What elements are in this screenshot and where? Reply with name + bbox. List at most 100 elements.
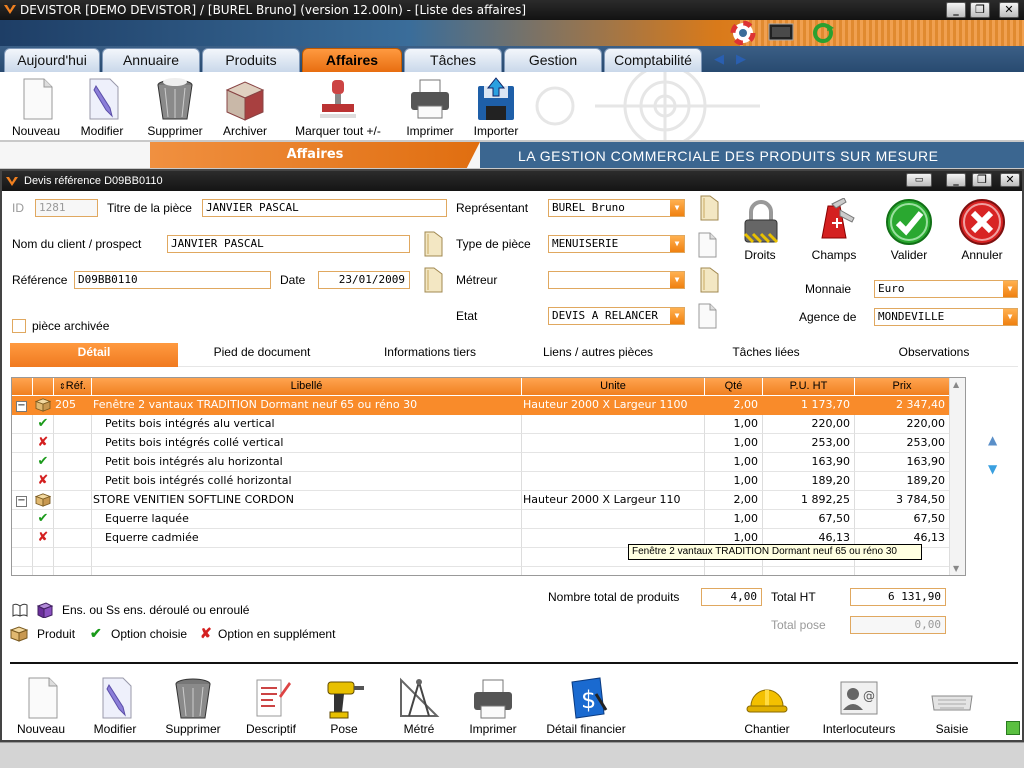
reference-field[interactable]: D09BB0110 [74,271,271,289]
subtab-liens[interactable]: Liens / autres pièces [514,343,682,367]
annuler-button[interactable]: Annuler [956,198,1008,262]
dialog-restore-button[interactable]: ❐ [972,173,992,187]
decorative-circles [535,72,760,140]
tab-scroll-right-icon[interactable]: ▶ [736,52,746,67]
dialog-close-button[interactable]: ✕ [1000,173,1020,187]
date-field[interactable]: 23/01/2009 [318,271,410,289]
grid-header-libelle[interactable]: Libellé [92,378,522,395]
row-type-cell [33,396,54,415]
monnaie-select[interactable]: Euro ▼ [874,280,1018,298]
table-row[interactable] [12,567,950,575]
collapse-toggle-icon[interactable]: − [16,401,27,412]
representant-select[interactable]: BUREL Bruno ▼ [548,199,685,217]
dialog-screen-button[interactable]: ▭ [906,173,932,187]
toolbar-label: Importer [473,124,519,138]
table-row[interactable]: ✔ Petit bois intégrés alu horizontal 1,00 1… [12,453,950,472]
tab-scroll-left-icon[interactable]: ◀ [714,52,724,67]
table-row[interactable]: − 205 Fenêtre 2 vantaux TRADITION Dormant … [12,396,950,415]
folder-icon[interactable] [698,194,720,222]
lifebuoy-icon[interactable] [730,21,756,45]
product-box-icon [10,626,28,642]
subtab-taches-liees[interactable]: Tâches liées [682,343,850,367]
scroll-up-icon[interactable]: ▲ [953,380,959,389]
cell-unit [522,510,705,529]
svg-text:$: $ [581,686,596,714]
agence-select[interactable]: MONDEVILLE ▼ [874,308,1018,326]
toolbar-imprimer-button[interactable]: Imprimer [402,76,458,138]
close-button[interactable]: ✕ [999,2,1019,18]
subtab-informations-tiers[interactable]: Informations tiers [346,343,514,367]
toolbar-supprimer-button[interactable]: Supprimer [142,76,208,138]
etat-select[interactable]: DEVIS A RELANCER ▼ [548,307,685,325]
bottom-supprimer-button[interactable]: Supprimer [160,676,226,736]
bottom-label: Descriptif [245,722,296,736]
subtab-observations[interactable]: Observations [850,343,1018,367]
droits-button[interactable]: Droits [737,198,783,262]
subtab-label: Tâches liées [732,345,800,359]
refresh-icon[interactable] [810,22,836,44]
bottom-metre-button[interactable]: Métré [396,676,442,736]
tab-comptabilite[interactable]: Comptabilité [604,48,702,72]
archived-checkbox[interactable] [12,319,26,333]
bottom-descriptif-button[interactable]: Descriptif [242,676,300,736]
monnaie-label: Monnaie [805,282,852,296]
subtab-detail[interactable]: Détail [10,343,178,367]
bottom-saisie-button[interactable]: Saisie [928,676,976,736]
row-expand-cell [12,529,33,548]
move-down-icon[interactable]: ▼ [988,462,997,476]
grid-header: ⇕Réf. Libellé Unite Qté P.U. HT Prix [12,378,950,395]
minimize-button[interactable]: _ [946,2,966,18]
folder-icon[interactable] [422,266,444,294]
tab-gestion[interactable]: Gestion [504,48,602,72]
grid-header-pu[interactable]: P.U. HT [763,378,855,395]
bottom-modifier-button[interactable]: Modifier [88,676,142,736]
toolbar-marquer-tout-button[interactable]: Marquer tout +/- [288,76,388,138]
tab-affaires[interactable]: Affaires [302,48,402,72]
toolbar-modifier-button[interactable]: Modifier [76,76,128,138]
tab-annuaire[interactable]: Annuaire [102,48,200,72]
subtab-pied-de-document[interactable]: Pied de document [178,343,346,367]
table-row[interactable]: ✘ Petits bois intégrés collé vertical 1,00… [12,434,950,453]
dialog-minimize-button[interactable]: _ [946,173,966,187]
grid-header-prix[interactable]: Prix [855,378,950,395]
grid-header-ref[interactable]: ⇕Réf. [54,378,92,395]
table-row[interactable]: ✔ Equerre laquée 1,00 67,50 67,50 [12,510,950,529]
toolbar-nouveau-button[interactable]: Nouveau [8,76,64,138]
type-select[interactable]: MENUISERIE ▼ [548,235,685,253]
bottom-detail-financier-button[interactable]: $ Détail financier [540,676,632,736]
document-icon[interactable] [696,302,718,330]
client-field[interactable]: JANVIER PASCAL [167,235,410,253]
bottom-interlocuteurs-button[interactable]: @ Interlocuteurs [816,676,902,736]
move-up-icon[interactable]: ▲ [988,433,997,447]
bottom-imprimer-button[interactable]: Imprimer [464,676,522,736]
tab-taches[interactable]: Tâches [404,48,502,72]
grid-header-qte[interactable]: Qté [705,378,763,395]
bottom-pose-button[interactable]: Pose [322,676,366,736]
document-icon[interactable] [696,231,718,259]
table-row[interactable]: − STORE VENITIEN SOFTLINE CORDON Hauteur 2… [12,491,950,510]
check-icon: ✔ [90,625,102,641]
folder-icon[interactable] [422,230,444,258]
grid-header-unite[interactable]: Unite [522,378,705,395]
monitor-icon[interactable] [768,23,794,43]
valider-button[interactable]: Valider [884,198,934,262]
champs-button[interactable]: Champs [808,198,860,262]
chevron-down-icon: ▼ [670,308,684,324]
folder-icon[interactable] [698,266,720,294]
tab-aujourdhui[interactable]: Aujourd'hui [4,48,100,72]
svg-text:@: @ [863,689,875,703]
table-row[interactable]: ✔ Petits bois intégrés alu vertical 1,00 22… [12,415,950,434]
cell-label: Equerre laquée [92,510,522,529]
scroll-down-icon[interactable]: ▼ [953,564,959,573]
metreur-select[interactable]: ▼ [548,271,685,289]
bottom-nouveau-button[interactable]: Nouveau [14,676,68,736]
grid-scrollbar[interactable]: ▲ ▼ [949,378,965,575]
titre-field[interactable]: JANVIER PASCAL [202,199,447,217]
table-row[interactable]: ✘ Petit bois intégrés collé horizontal 1,0… [12,472,950,491]
tab-produits[interactable]: Produits [202,48,300,72]
bottom-chantier-button[interactable]: Chantier [740,676,794,736]
toolbar-archiver-button[interactable]: Archiver [218,76,272,138]
restore-button[interactable]: ❐ [970,2,990,18]
collapse-toggle-icon[interactable]: − [16,496,27,507]
toolbar-importer-button[interactable]: Importer [468,76,524,138]
